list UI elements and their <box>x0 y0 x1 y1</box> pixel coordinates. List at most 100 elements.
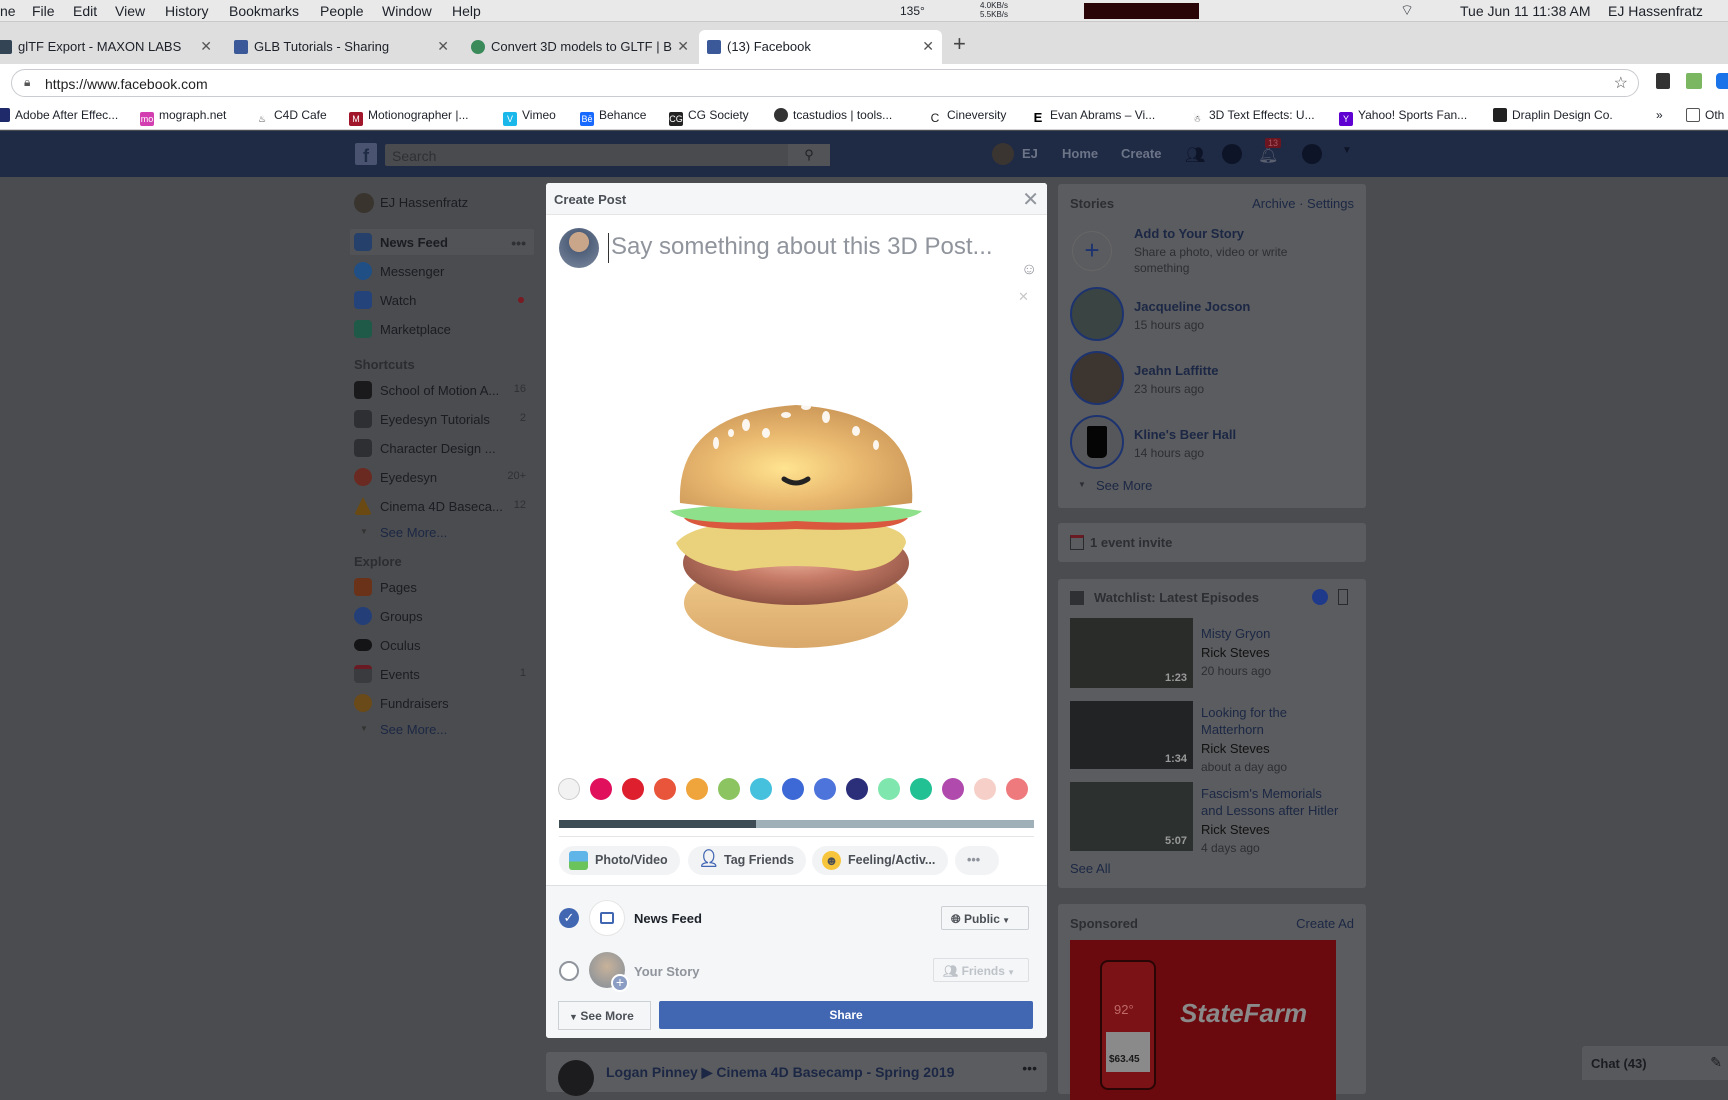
color-swatch[interactable] <box>814 778 836 800</box>
url-text[interactable]: https://www.facebook.com <box>45 76 208 92</box>
bookmark[interactable]: M Motionographer |... <box>349 108 469 126</box>
more-options-icon[interactable]: ••• <box>1022 1060 1037 1076</box>
bookmark[interactable]: Draplin Design Co. <box>1493 108 1613 122</box>
messenger-icon[interactable] <box>1222 144 1242 164</box>
bookmark-icon[interactable] <box>1338 589 1348 605</box>
color-swatch[interactable] <box>782 778 804 800</box>
stories-see-more[interactable]: See More <box>1096 478 1152 493</box>
3d-burger-model[interactable] <box>656 393 936 653</box>
color-swatch[interactable] <box>750 778 772 800</box>
post-text-input[interactable]: Say something about this 3D Post... <box>608 233 1018 263</box>
notifications-icon[interactable]: 🔔︎ <box>1258 145 1278 165</box>
see-more-button[interactable]: ▼ See More <box>558 1001 651 1030</box>
color-swatch[interactable] <box>654 778 676 800</box>
menu-help[interactable]: Help <box>452 3 481 19</box>
bookmark[interactable]: V Vimeo <box>503 108 556 126</box>
color-swatch[interactable] <box>622 778 644 800</box>
bookmark-star-icon[interactable]: ☆ <box>1614 73 1628 93</box>
close-tab-icon[interactable]: ✕ <box>677 38 689 55</box>
color-slider[interactable] <box>559 820 1034 828</box>
menu-people[interactable]: People <box>320 3 364 19</box>
close-tab-icon[interactable]: ✕ <box>200 38 212 55</box>
more-options-icon[interactable]: ••• <box>511 235 526 251</box>
close-icon[interactable]: ✕ <box>1022 187 1039 212</box>
bookmark[interactable]: mo mograph.net <box>140 108 226 126</box>
post-author[interactable]: Logan Pinney ▶ Cinema 4D Basecamp - Spri… <box>606 1064 954 1081</box>
bookmark[interactable]: tcastudios | tools... <box>774 108 892 122</box>
bookmark[interactable]: Adobe After Effec... <box>0 108 118 122</box>
chat-bar[interactable]: Chat (43) ✎ <box>1582 1046 1728 1080</box>
profile-link[interactable]: EJ <box>1022 146 1038 161</box>
color-swatch[interactable] <box>686 778 708 800</box>
friend-requests-icon[interactable]: 👥︎ <box>1185 145 1205 165</box>
close-tab-icon[interactable]: ✕ <box>437 38 449 55</box>
avatar[interactable] <box>558 1060 594 1096</box>
color-swatch[interactable] <box>558 778 580 800</box>
wifi-icon[interactable]: ⌔ <box>1400 1 1414 20</box>
tab-convert-gltf[interactable]: Convert 3D models to GLTF | B ✕ <box>463 30 697 64</box>
friends-audience-dropdown[interactable]: 👥︎ Friends ▼ <box>933 958 1029 982</box>
story-avatar[interactable] <box>1070 415 1124 469</box>
play-icon[interactable] <box>1312 589 1328 605</box>
archive-settings-link[interactable]: Archive · Settings <box>1252 196 1354 211</box>
bookmark[interactable]: ♨ C4D Cafe <box>255 108 327 126</box>
emoji-icon[interactable]: ☺ <box>1021 261 1037 279</box>
clock[interactable]: Tue Jun 11 11:38 AM <box>1460 3 1591 19</box>
add-story-button[interactable]: + <box>1072 231 1112 271</box>
facebook-logo-icon[interactable]: f <box>355 143 377 166</box>
photo-video-button[interactable]: Photo/Video <box>559 846 680 875</box>
extension-icon[interactable] <box>1716 73 1728 89</box>
your-story-checkbox[interactable] <box>559 961 579 981</box>
story-avatar[interactable] <box>1070 351 1124 405</box>
share-button[interactable]: Share <box>659 1001 1033 1029</box>
color-swatch[interactable] <box>942 778 964 800</box>
extension-icon[interactable] <box>1686 73 1702 89</box>
bookmark[interactable]: ☃ 3D Text Effects: U... <box>1190 108 1315 126</box>
app-menu[interactable]: ne <box>0 3 16 19</box>
address-bar[interactable]: 🔒︎ https://www.facebook.com ☆ <box>11 69 1639 97</box>
tab-facebook[interactable]: (13) Facebook ✕ <box>699 30 942 64</box>
close-tab-icon[interactable]: ✕ <box>922 38 934 55</box>
bookmark[interactable]: Bē Behance <box>580 108 646 126</box>
bookmark[interactable]: CG CG Society <box>669 108 749 126</box>
menu-edit[interactable]: Edit <box>73 3 97 19</box>
bookmark[interactable]: Y Yahoo! Sports Fan... <box>1339 108 1467 126</box>
home-link[interactable]: Home <box>1062 146 1098 161</box>
extension-icon[interactable] <box>1656 73 1670 89</box>
menu-bookmarks[interactable]: Bookmarks <box>229 3 299 19</box>
color-swatch[interactable] <box>590 778 612 800</box>
search-icon[interactable]: ⚲ <box>788 144 830 166</box>
help-icon[interactable] <box>1302 144 1322 164</box>
search-input[interactable]: Search ⚲ <box>385 144 830 166</box>
color-swatch[interactable] <box>910 778 932 800</box>
more-actions-button[interactable]: ••• <box>955 846 999 875</box>
avatar[interactable] <box>992 143 1014 165</box>
create-link[interactable]: Create <box>1121 146 1161 161</box>
tab-gltf-export[interactable]: glTF Export - MAXON LABS ✕ <box>0 30 220 64</box>
color-swatch[interactable] <box>718 778 740 800</box>
create-ad-link[interactable]: Create Ad <box>1296 916 1354 931</box>
color-swatch[interactable] <box>974 778 996 800</box>
bookmark[interactable]: C Cineversity <box>928 108 1007 125</box>
event-invite-panel[interactable]: 1 event invite <box>1058 523 1366 562</box>
other-bookmarks[interactable]: Oth <box>1686 108 1724 122</box>
remove-3d-icon[interactable]: ✕ <box>1018 289 1029 305</box>
news-feed-checkbox[interactable]: ✓ <box>559 908 579 928</box>
story-avatar[interactable] <box>1070 287 1124 341</box>
tag-friends-button[interactable]: 👤︎ Tag Friends <box>688 846 806 875</box>
new-tab-button[interactable]: + <box>953 31 966 57</box>
chevron-down-icon[interactable]: ▼ <box>1342 145 1352 156</box>
color-swatch[interactable] <box>878 778 900 800</box>
compose-icon[interactable]: ✎ <box>1710 1054 1722 1071</box>
add-story-title[interactable]: Add to Your Story <box>1134 226 1244 241</box>
feeling-activity-button[interactable]: ☻ Feeling/Activ... <box>812 846 948 875</box>
bookmarks-overflow[interactable]: » <box>1656 108 1663 122</box>
episode-thumbnail[interactable]: 1:23 <box>1070 618 1193 688</box>
color-swatch[interactable] <box>1006 778 1028 800</box>
public-audience-dropdown[interactable]: 🌐︎ Public ▼ <box>941 906 1029 930</box>
tab-glb-tutorials[interactable]: GLB Tutorials - Sharing ✕ <box>226 30 457 64</box>
episode-thumbnail[interactable]: 5:07 <box>1070 782 1193 851</box>
color-swatch[interactable] <box>846 778 868 800</box>
bookmark[interactable]: E Evan Abrams – Vi... <box>1031 108 1156 125</box>
menu-view[interactable]: View <box>115 3 145 19</box>
